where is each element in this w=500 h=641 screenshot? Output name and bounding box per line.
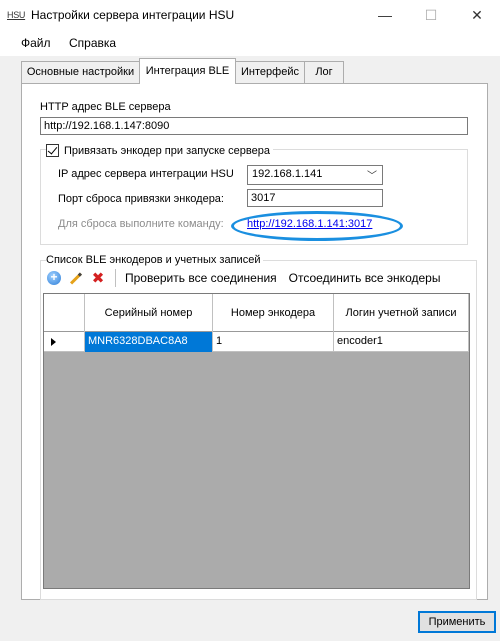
delete-x-icon[interactable]: ✖ xyxy=(88,268,108,288)
tab-basic-settings[interactable]: Основные настройки xyxy=(21,61,140,83)
menu-file[interactable]: Файл xyxy=(21,36,51,50)
menu-bar: Файл Справка xyxy=(0,30,500,56)
tab-interface[interactable]: Интерфейс xyxy=(235,61,305,83)
ip-address-select[interactable]: 192.168.1.141 ﹀ xyxy=(247,165,383,185)
highlight-annotation xyxy=(231,211,403,241)
maximize-button[interactable]: ☐ xyxy=(408,0,454,30)
add-circle-icon[interactable]: + xyxy=(44,268,64,288)
toolbar-separator xyxy=(115,269,116,287)
column-header-number[interactable]: Номер энкодера xyxy=(213,294,334,332)
http-address-input[interactable]: http://192.168.1.147:8090 xyxy=(40,117,468,135)
encoders-grid[interactable]: Серийный номер Номер энкодера Логин учет… xyxy=(43,293,470,589)
tab-ble-integration[interactable]: Интеграция BLE xyxy=(139,58,236,84)
column-header-serial[interactable]: Серийный номер xyxy=(85,294,213,332)
ip-address-value: 192.168.1.141 xyxy=(252,168,323,180)
reset-port-label: Порт сброса привязки энкодера: xyxy=(58,193,224,205)
row-pointer-icon xyxy=(51,338,56,346)
bind-encoder-label: Привязать энкодер при запуске сервера xyxy=(64,144,270,157)
reset-command-label: Для сброса выполните команду: xyxy=(58,218,224,230)
window-title: Настройки сервера интеграции HSU xyxy=(31,8,235,22)
menu-help[interactable]: Справка xyxy=(69,36,116,50)
apply-button[interactable]: Применить xyxy=(418,611,496,633)
minimize-button[interactable]: — xyxy=(362,0,408,30)
table-row[interactable]: MNR6328DBAC8A8 1 encoder1 xyxy=(44,332,469,352)
row-header-column xyxy=(44,294,85,332)
cell-serial[interactable]: MNR6328DBAC8A8 xyxy=(85,332,213,352)
settings-window: HSU Настройки сервера интеграции HSU — ☐… xyxy=(0,0,500,641)
grid-header: Серийный номер Номер энкодера Логин учет… xyxy=(44,294,469,332)
checkbox-check-icon[interactable] xyxy=(46,144,59,157)
tab-log[interactable]: Лог xyxy=(304,61,344,83)
check-all-connections-button[interactable]: Проверить все соединения xyxy=(121,271,281,285)
row-selector[interactable] xyxy=(44,332,85,352)
app-icon: HSU xyxy=(7,10,26,20)
chevron-down-icon[interactable]: ﹀ xyxy=(367,167,377,182)
disconnect-all-encoders-button[interactable]: Отсоединить все энкодеры xyxy=(285,271,445,285)
ip-address-label: IP адрес сервера интеграции HSU xyxy=(58,168,234,180)
encoders-group-label: Список BLE энкодеров и учетных записей xyxy=(46,254,264,266)
column-header-login[interactable]: Логин учетной записи xyxy=(334,294,469,332)
close-button[interactable]: ✕ xyxy=(454,0,500,30)
http-address-label: HTTP адрес BLE сервера xyxy=(40,101,171,113)
pencil-icon[interactable] xyxy=(66,268,86,288)
bind-encoder-checkbox[interactable]: Привязать энкодер при запуске сервера xyxy=(46,144,273,157)
cell-login[interactable]: encoder1 xyxy=(334,332,469,352)
title-bar: HSU Настройки сервера интеграции HSU — ☐… xyxy=(0,0,500,30)
reset-port-input[interactable]: 3017 xyxy=(247,189,383,207)
cell-number[interactable]: 1 xyxy=(213,332,334,352)
encoders-toolbar: + ✖ Проверить все соединения Отсоединить… xyxy=(44,267,464,289)
